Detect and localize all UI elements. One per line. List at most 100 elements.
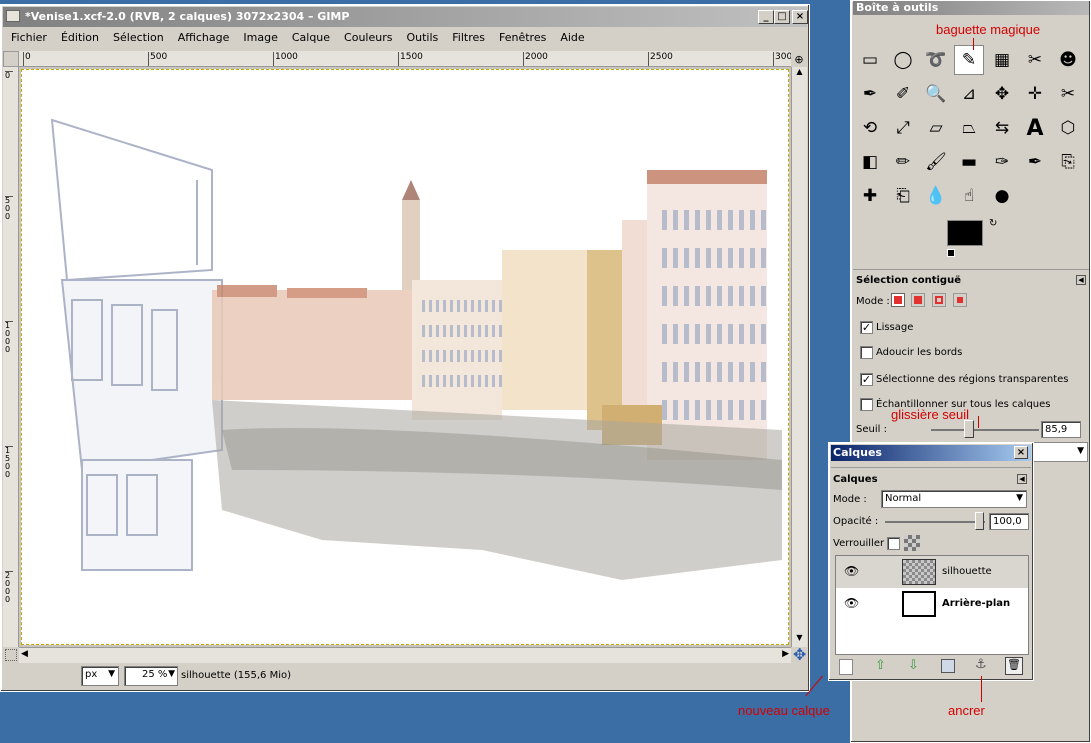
- zoom-tool-icon[interactable]: 🔍: [921, 79, 951, 109]
- default-colors-icon[interactable]: [947, 249, 955, 257]
- new-layer-button[interactable]: [839, 659, 853, 675]
- menu-item[interactable]: Aide: [560, 31, 584, 44]
- opacity-value-field[interactable]: 100,0: [989, 513, 1029, 530]
- paths-tool-icon[interactable]: ✒: [855, 79, 885, 109]
- close-button[interactable]: ×: [792, 10, 808, 24]
- layer-row-background[interactable]: 👁 Arrière-plan: [836, 588, 1028, 620]
- layer-mode-select[interactable]: Normal ▼: [881, 490, 1027, 508]
- align-tool-icon[interactable]: ✛: [1020, 79, 1050, 109]
- image-window-titlebar[interactable]: *Venise1.xcf-2.0 (RVB, 2 calques) 3072x2…: [3, 7, 808, 27]
- menu-item[interactable]: Calque: [292, 31, 330, 44]
- opacity-slider-handle[interactable]: [975, 512, 984, 530]
- anchor-layer-button[interactable]: ⚓: [975, 657, 987, 672]
- minimize-button[interactable]: _: [758, 10, 774, 24]
- option-checkbox[interactable]: [860, 346, 873, 359]
- mode-add-button[interactable]: [911, 293, 925, 307]
- building-window: [436, 375, 439, 387]
- swap-colors-icon[interactable]: ↻: [989, 218, 997, 229]
- toolbox-titlebar[interactable]: Boîte à outils: [853, 1, 1089, 15]
- building-window: [499, 375, 502, 387]
- scale-tool-icon[interactable]: ⤢: [888, 113, 918, 143]
- menu-item[interactable]: Sélection: [113, 31, 164, 44]
- text-tool-icon[interactable]: A: [1020, 113, 1050, 143]
- option-checkbox[interactable]: ✓: [860, 321, 873, 334]
- rect-select-tool-icon[interactable]: ▭: [855, 45, 885, 75]
- airbrush-tool-icon[interactable]: ✑: [987, 147, 1017, 177]
- duplicate-layer-button[interactable]: [941, 659, 955, 673]
- measure-tool-icon[interactable]: ⊿: [954, 79, 984, 109]
- vertical-scrollbar[interactable]: ▲ ▼: [791, 67, 807, 647]
- scissors-tool-icon[interactable]: ✂: [1020, 45, 1050, 75]
- navigate-icon[interactable]: ⊕: [792, 53, 806, 67]
- threshold-slider-handle[interactable]: [964, 420, 974, 438]
- mode-subtract-button[interactable]: [932, 293, 946, 307]
- rotate-tool-icon[interactable]: ⟲: [855, 113, 885, 143]
- layers-close-button[interactable]: ×: [1014, 446, 1028, 459]
- smudge-tool-icon[interactable]: ☝: [954, 181, 984, 211]
- visibility-eye-icon[interactable]: 👁: [844, 564, 859, 578]
- tool-options-menu-icon[interactable]: ◀: [1076, 275, 1086, 285]
- building-window: [684, 362, 689, 382]
- foreground-color[interactable]: [947, 220, 983, 246]
- move-tool-icon[interactable]: ✥: [987, 79, 1017, 109]
- building-window: [739, 210, 744, 230]
- extra-dropdown[interactable]: ▼: [1033, 442, 1088, 462]
- quick-mask-toggle[interactable]: [5, 649, 17, 661]
- perspective-clone-tool-icon[interactable]: ⎗: [888, 181, 918, 211]
- menu-item[interactable]: Outils: [406, 31, 438, 44]
- visibility-eye-icon[interactable]: 👁: [844, 596, 859, 610]
- menu-item[interactable]: Fenêtres: [499, 31, 546, 44]
- opacity-slider-track[interactable]: [885, 521, 985, 523]
- threshold-value-field[interactable]: 85,9: [1041, 421, 1081, 438]
- mode-replace-button[interactable]: [891, 293, 905, 307]
- zoom-selector[interactable]: 25 % ▼: [124, 666, 178, 686]
- raise-layer-button[interactable]: ⇧: [875, 658, 886, 673]
- ellipse-select-tool-icon[interactable]: ◯: [888, 45, 918, 75]
- nav-cross-icon[interactable]: ✥: [793, 645, 806, 664]
- blur-tool-icon[interactable]: 💧: [921, 181, 951, 211]
- perspective-tool-icon[interactable]: ⏢: [954, 113, 984, 143]
- horizontal-scrollbar[interactable]: ◀ ▶: [19, 647, 791, 663]
- shear-tool-icon[interactable]: ▱: [921, 113, 951, 143]
- free-select-tool-icon[interactable]: ➰: [921, 45, 951, 75]
- lock-pixels-checkbox[interactable]: [887, 537, 900, 550]
- menu-item[interactable]: Édition: [61, 31, 99, 44]
- menu-item[interactable]: Affichage: [178, 31, 230, 44]
- menu-item[interactable]: Image: [243, 31, 277, 44]
- delete-layer-button[interactable]: 🗑: [1005, 657, 1023, 675]
- mode-intersect-button[interactable]: [953, 293, 967, 307]
- scroll-left-arrow[interactable]: ◀: [21, 649, 28, 659]
- threshold-slider-track[interactable]: [931, 429, 1039, 431]
- option-checkbox[interactable]: ✓: [860, 373, 873, 386]
- clone-tool-icon[interactable]: ⎘: [1053, 147, 1083, 177]
- blend-tool-icon[interactable]: ◧: [855, 147, 885, 177]
- lock-alpha-icon[interactable]: [904, 535, 920, 551]
- scroll-up-arrow[interactable]: ▲: [792, 67, 807, 81]
- menu-item[interactable]: Fichier: [11, 31, 47, 44]
- dodge-tool-icon[interactable]: ●: [987, 181, 1017, 211]
- layers-menu-icon[interactable]: ◀: [1017, 474, 1027, 484]
- lower-layer-button[interactable]: ⇩: [908, 658, 919, 673]
- color-picker-tool-icon[interactable]: ✐: [888, 79, 918, 109]
- eraser-tool-icon[interactable]: ▬: [954, 147, 984, 177]
- menu-item[interactable]: Couleurs: [344, 31, 392, 44]
- building-window: [499, 300, 502, 312]
- unit-selector[interactable]: px ▼: [81, 666, 119, 686]
- scroll-right-arrow[interactable]: ▶: [782, 649, 789, 659]
- ink-tool-icon[interactable]: ✒: [1020, 147, 1050, 177]
- cage-tool-icon[interactable]: ⬡: [1053, 113, 1083, 143]
- fuzzy-select-tool-icon[interactable]: ✎: [954, 45, 984, 75]
- option-checkbox[interactable]: [860, 398, 873, 411]
- menu-item[interactable]: Filtres: [452, 31, 485, 44]
- crop-tool-icon[interactable]: ✂: [1053, 79, 1083, 109]
- heal-tool-icon[interactable]: ✚: [855, 181, 885, 211]
- maximize-button[interactable]: □: [774, 10, 790, 24]
- foreground-select-tool-icon[interactable]: ☻: [1053, 45, 1083, 75]
- layers-titlebar[interactable]: Calques ×: [831, 445, 1031, 461]
- pencil-tool-icon[interactable]: ✏: [888, 147, 918, 177]
- layer-row-silhouette[interactable]: 👁 silhouette: [836, 556, 1028, 588]
- paintbrush-tool-icon[interactable]: 🖌: [921, 147, 951, 177]
- image-canvas[interactable]: [19, 67, 791, 647]
- select-by-color-tool-icon[interactable]: ▦: [987, 45, 1017, 75]
- flip-tool-icon[interactable]: ⇆: [987, 113, 1017, 143]
